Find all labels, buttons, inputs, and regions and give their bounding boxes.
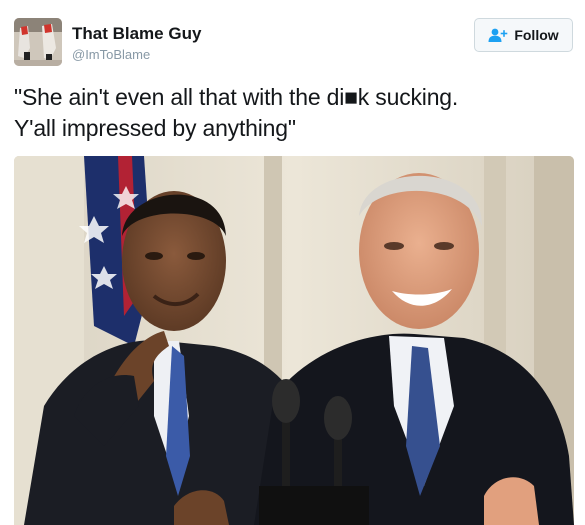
tweet-text: "She ain't even all that with the di■k s… xyxy=(14,82,574,144)
tweet-text-line: "She ain't even all that with the di■k s… xyxy=(14,84,459,110)
add-user-icon xyxy=(488,28,508,42)
tweet-photo[interactable] xyxy=(14,156,574,525)
follow-label: Follow xyxy=(514,27,559,43)
author-handle[interactable]: @ImToBlame xyxy=(72,47,150,62)
follow-button[interactable]: Follow xyxy=(474,18,573,52)
avatar[interactable] xyxy=(14,18,62,66)
photo-image xyxy=(14,156,574,525)
author-name[interactable]: That Blame Guy xyxy=(72,24,201,44)
avatar-image xyxy=(14,18,62,66)
tweet-text-line: Y'all impressed by anything" xyxy=(14,115,296,141)
tweet-header: That Blame Guy @ImToBlame Follow xyxy=(14,14,573,68)
